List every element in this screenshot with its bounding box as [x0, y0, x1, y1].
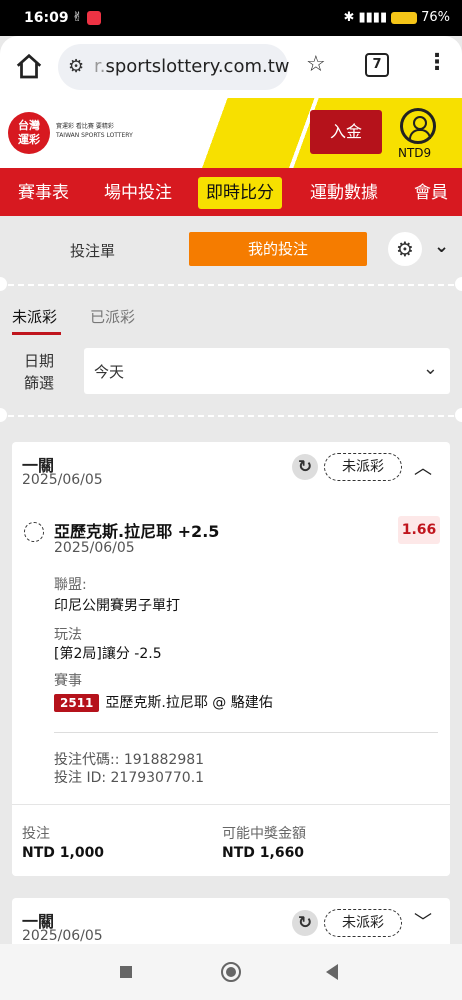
refresh-icon[interactable]: ↻	[292, 910, 318, 936]
bet-code: 投注代碼:: 191882981	[54, 752, 205, 768]
tab-my-bets[interactable]: 我的投注	[189, 232, 367, 266]
clock: 16:09	[24, 10, 69, 26]
chevron-down-icon[interactable]: ⌄	[434, 236, 449, 257]
bet-date: 2025/06/05	[22, 472, 103, 488]
url-text: r.sportslottery.com.tw	[94, 56, 290, 77]
browser-menu-icon[interactable]: ⋮	[426, 50, 448, 75]
system-nav-bar	[0, 944, 462, 1000]
bet-card: 一關 2025/06/05 ↻ 未派彩 ﹀	[12, 898, 450, 944]
market-label: 玩法	[54, 627, 82, 643]
stake-value: NTD 1,000	[22, 845, 105, 861]
date-filter-value: 今天	[94, 363, 125, 381]
ticket-notch	[0, 277, 7, 291]
payout-value: NTD 1,660	[222, 845, 305, 861]
status-badge: 未派彩	[324, 909, 402, 937]
chevron-up-icon[interactable]: ︿	[414, 454, 432, 480]
tab-switcher-button[interactable]: 7	[365, 53, 389, 77]
payout-label: 可能中獎金額	[222, 826, 306, 842]
date-filter-label: 日期 篩選	[24, 352, 55, 392]
bet-summary: 投注 NTD 1,000 可能中獎金額 NTD 1,660	[12, 804, 450, 876]
league-value: 印尼公開賽男子單打	[54, 598, 180, 614]
nav-item-sports-data[interactable]: 運動數據	[302, 177, 386, 209]
nav-item-member[interactable]: 會員	[406, 177, 456, 209]
site-settings-icon[interactable]: ⚙	[68, 56, 84, 77]
nav-item-schedule[interactable]: 賽事表	[10, 177, 77, 209]
market-value: [第2局]讓分 -2.5	[54, 646, 162, 662]
league-label: 聯盟:	[54, 577, 87, 593]
refresh-icon[interactable]: ↻	[292, 454, 318, 480]
gear-icon[interactable]: ⚙	[388, 232, 422, 266]
tab-unsettled[interactable]: 未派彩	[12, 306, 57, 327]
bookmark-star-icon[interactable]: ☆	[306, 52, 326, 77]
back-button[interactable]	[326, 964, 338, 980]
ticket-notch	[455, 408, 462, 422]
system-icons: ✱ ▮▮▮▮ 76%	[343, 10, 450, 25]
bet-filter: 未派彩 已派彩 日期 篩選 今天 ⌄	[0, 290, 462, 420]
battery-icon	[391, 11, 418, 24]
selection-date: 2025/06/05	[54, 540, 135, 556]
odds-badge: 1.66	[398, 516, 440, 544]
divider	[54, 732, 438, 733]
status-bar: 16:09 ✌ ✱ ▮▮▮▮ 76%	[0, 0, 462, 36]
browser-toolbar: ⚙ r.sportslottery.com.tw ☆ 7 ⋮	[0, 36, 462, 98]
nav-item-live-betting[interactable]: 場中投注	[96, 177, 180, 209]
notification-icons: ✌	[72, 10, 101, 25]
selection-name: 亞歷克斯.拉尼耶 +2.5	[54, 522, 220, 541]
home-button[interactable]	[221, 962, 241, 982]
site-logo[interactable]: 台灣 運彩	[8, 112, 50, 154]
account-balance: NTD9	[398, 146, 432, 160]
chevron-down-icon[interactable]: ﹀	[414, 908, 432, 934]
site-header: 台灣 運彩 實運彩 看比賽 要精彩 TAIWAN SPORTS LOTTERY …	[0, 98, 462, 168]
deposit-button[interactable]: 入金	[310, 110, 382, 154]
main-nav: 賽事表 場中投注 即時比分 運動數據 會員	[0, 168, 462, 216]
event-value: 2511 亞歷克斯.拉尼耶 @ 駱建佑	[54, 692, 273, 712]
event-label: 賽事	[54, 673, 82, 689]
home-icon[interactable]	[14, 52, 44, 82]
divider	[8, 415, 454, 417]
active-tab-indicator	[12, 332, 61, 335]
record-icon	[86, 10, 101, 25]
betslip-tabs: 投注單 我的投注 ⚙ ⌄	[0, 222, 462, 278]
address-bar[interactable]: ⚙ r.sportslottery.com.tw	[58, 44, 290, 90]
chevron-down-icon: ⌄	[422, 358, 438, 379]
bet-card: 一關 2025/06/05 ↻ 未派彩 ︿ 亞歷克斯.拉尼耶 +2.5 2025…	[12, 442, 450, 876]
nav-item-live-scores[interactable]: 即時比分	[198, 177, 282, 209]
ticket-notch	[455, 277, 462, 291]
event-number: 2511	[54, 694, 100, 712]
bet-id: 投注 ID: 217930770.1	[54, 770, 205, 786]
stake-label: 投注	[22, 826, 50, 842]
logo-tagline: 實運彩 看比賽 要精彩 TAIWAN SPORTS LOTTERY	[56, 123, 133, 139]
date-filter-select[interactable]: 今天 ⌄	[84, 348, 450, 394]
recents-button[interactable]	[120, 966, 132, 978]
selection-status-icon	[24, 522, 44, 542]
divider	[8, 284, 454, 286]
event-name: 亞歷克斯.拉尼耶 @ 駱建佑	[105, 695, 273, 711]
battery-level: 76	[421, 10, 438, 25]
tab-betslip[interactable]: 投注單	[70, 240, 115, 261]
status-badge: 未派彩	[324, 453, 402, 481]
tab-settled[interactable]: 已派彩	[90, 306, 135, 327]
bet-date: 2025/06/05	[22, 928, 103, 944]
account-icon[interactable]	[400, 108, 436, 144]
